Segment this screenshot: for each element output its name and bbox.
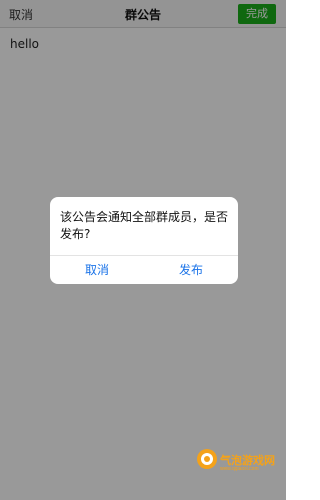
watermark-subtext: www.qipaoxi.com bbox=[220, 466, 259, 472]
publish-confirm-dialog: 该公告会通知全部群成员，是否发布? 取消 发布 bbox=[50, 197, 238, 284]
dialog-publish-button[interactable]: 发布 bbox=[144, 256, 238, 284]
bubble-logo-icon bbox=[197, 449, 217, 469]
watermark: 气泡游戏网 www.qipaoxi.com bbox=[196, 448, 280, 474]
dialog-message: 该公告会通知全部群成员，是否发布? bbox=[60, 210, 229, 241]
dialog-cancel-button[interactable]: 取消 bbox=[50, 256, 144, 284]
